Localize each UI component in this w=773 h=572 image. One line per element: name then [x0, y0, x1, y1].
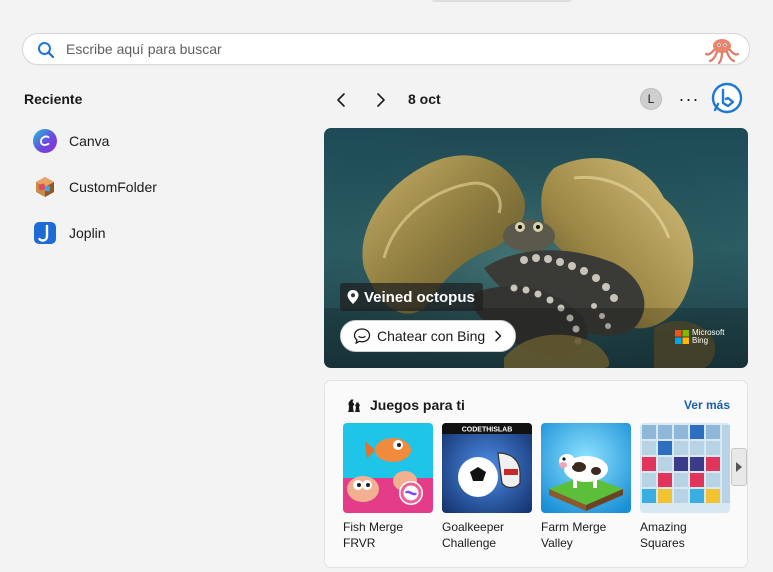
game-card-farm-merge-valley[interactable]: Farm Merge Valley — [541, 423, 631, 551]
game-name-line-2: Valley — [541, 536, 573, 550]
game-name-line-2: Challenge — [442, 536, 497, 550]
top-ghost-text — [432, 0, 572, 2]
recent-item-label: Canva — [69, 133, 110, 149]
game-name-line-1: Farm Merge — [541, 520, 607, 534]
goalkeeper-challenge-thumbnail: CODETHISLAB — [442, 423, 532, 513]
top-strip — [0, 0, 773, 20]
fish-merge-thumbnail — [343, 423, 433, 513]
chat-with-bing-button[interactable]: Chatear con Bing — [340, 320, 517, 352]
game-name: Goalkeeper Challenge — [442, 519, 532, 551]
game-name-line-2: Squares — [640, 536, 685, 550]
game-name: Amazing Squares — [640, 519, 730, 551]
codethislab-badge: CODETHISLAB — [462, 427, 513, 434]
chevron-left-icon — [337, 93, 345, 107]
previous-button[interactable] — [327, 86, 355, 114]
bing-chat-icon[interactable] — [711, 82, 743, 114]
games-card: Juegos para ti Ver más Fish Merge FRVR C… — [324, 380, 748, 568]
caret-right-icon — [736, 462, 742, 472]
search-bar[interactable] — [22, 33, 750, 65]
canva-icon — [33, 129, 57, 153]
recent-item-joplin[interactable]: Joplin — [30, 216, 290, 250]
octopus-doodle-icon[interactable] — [703, 36, 741, 64]
game-card-fish-merge[interactable]: Fish Merge FRVR — [343, 423, 433, 551]
chevron-right-icon — [495, 330, 502, 342]
recent-item-canva[interactable]: Canva — [30, 124, 290, 158]
game-name: Fish Merge FRVR — [343, 519, 433, 551]
microsoft-bing-brand: Microsoft Bing — [692, 329, 724, 345]
game-name: Farm Merge Valley — [541, 519, 631, 551]
image-caption[interactable]: Veined octopus — [340, 283, 483, 311]
chat-with-bing-label: Chatear con Bing — [377, 328, 486, 344]
games-title: Juegos para ti — [370, 397, 465, 413]
location-pin-icon — [347, 290, 359, 304]
game-name-line-2: FRVR — [343, 536, 376, 550]
game-name-line-1: Fish Merge — [343, 520, 404, 534]
games-scroll-right-button[interactable] — [731, 448, 747, 486]
recent-item-label: Joplin — [69, 225, 106, 241]
recent-item-customfolder[interactable]: CustomFolder — [30, 170, 290, 204]
game-card-goalkeeper-challenge[interactable]: CODETHISLAB Goalkeeper Challenge — [442, 423, 532, 551]
custom-folder-icon — [36, 177, 54, 197]
microsoft-logo-icon — [675, 330, 689, 344]
hero-image-card[interactable]: Veined octopus Chatear con Bing Microsof… — [324, 128, 748, 368]
brand-line-2: Bing — [692, 336, 709, 345]
search-input[interactable] — [66, 39, 666, 59]
game-card-amazing-squares[interactable]: Amazing Squares — [640, 423, 730, 551]
chevron-right-icon — [377, 93, 385, 107]
user-avatar[interactable]: L — [640, 88, 662, 110]
joplin-icon — [34, 222, 56, 244]
amazing-squares-thumbnail — [640, 423, 730, 513]
see-more-link[interactable]: Ver más — [684, 398, 730, 412]
next-button[interactable] — [367, 86, 395, 114]
chat-bubble-icon — [353, 328, 371, 345]
chess-pieces-icon — [348, 399, 360, 412]
image-caption-text: Veined octopus — [364, 288, 475, 306]
game-name-line-1: Goalkeeper — [442, 520, 505, 534]
current-date: 8 oct — [408, 91, 441, 107]
more-options-button[interactable]: ··· — [676, 86, 702, 112]
farm-merge-valley-thumbnail — [541, 423, 631, 513]
recent-title: Reciente — [24, 91, 83, 107]
search-icon — [38, 42, 55, 59]
game-name-line-1: Amazing — [640, 520, 687, 534]
recent-item-label: CustomFolder — [69, 179, 157, 195]
